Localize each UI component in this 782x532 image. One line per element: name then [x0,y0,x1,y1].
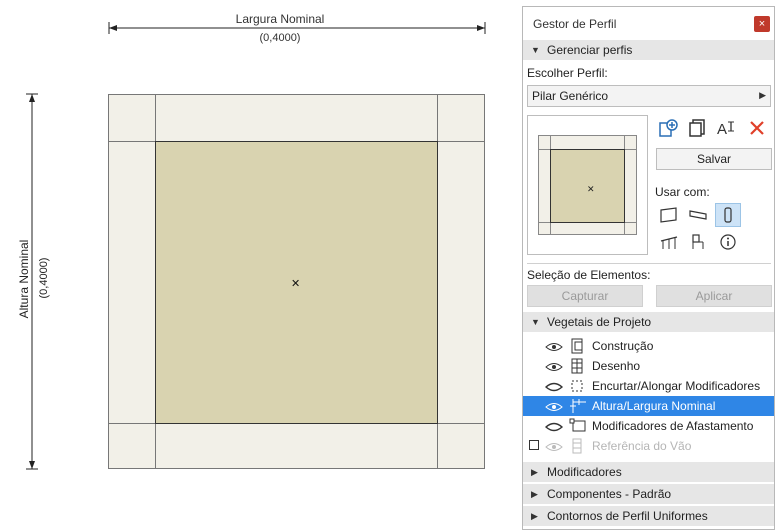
beam-icon[interactable] [685,203,711,227]
element-selection-label: Seleção de Elementos: [527,268,651,282]
rename-profile-icon[interactable]: A [716,117,738,139]
info-icon[interactable] [715,230,741,254]
section-vegetais[interactable]: ▼ Vegetais de Projeto [523,312,774,332]
collapsed-triangle-icon: ▶ [531,489,538,499]
save-button[interactable]: Salvar [656,148,772,170]
width-dimension-title: Largura Nominal [235,12,325,26]
stretch-icon [569,378,585,397]
collapsed-triangle-icon: ▶ [531,467,538,477]
column-icon[interactable] [715,203,741,227]
layer-label: Encurtar/Alongar Modificadores [592,379,761,393]
close-button[interactable]: × [754,16,770,32]
section-label: Gerenciar perfis [547,43,633,57]
expanded-triangle-icon: ▼ [531,45,540,55]
width-dimension-value: (0,4000) [259,32,301,44]
layer-row[interactable]: Referência do Vão [523,436,774,456]
layer-label: Desenho [592,359,641,373]
nominal-size-icon [569,398,587,417]
profile-manager-panel: Gestor de Perfil × ▼ Gerenciar perfis Es… [522,6,775,530]
height-dimension-value: (0,4000) [38,257,50,299]
eye-icon[interactable] [545,361,563,375]
section-contours[interactable]: ▶ Contornos de Perfil Uniformes [523,506,774,526]
apply-button[interactable]: Aplicar [656,285,772,307]
layer-row[interactable]: Encurtar/Alongar Modificadores [523,376,774,396]
layer-row[interactable]: Construção [523,336,774,356]
profile-preview: ✕ [527,115,648,255]
section-modifiers[interactable]: ▶ Modificadores [523,462,774,482]
drawing-icon [569,358,585,377]
choose-profile-label: Escolher Perfil: [527,66,608,80]
eye-icon[interactable] [545,341,563,355]
layer-label: Construção [592,339,654,353]
profile-select-value: Pilar Genérico [532,89,609,103]
use-with-label: Usar com: [655,185,710,199]
offset-modifier-icon [569,418,587,437]
chevron-right-icon: ▶ [759,90,766,100]
layer-row-selected[interactable]: Altura/Largura Nominal [523,396,774,416]
capture-button[interactable]: Capturar [527,285,643,307]
duplicate-profile-icon[interactable] [687,117,709,139]
section-label: Componentes - Padrão [547,487,672,501]
section-components[interactable]: ▶ Componentes - Padrão [523,484,774,504]
profile-select[interactable]: Pilar Genérico ▶ [527,85,771,107]
eye-icon[interactable] [545,401,563,415]
section-label: Vegetais de Projeto [547,315,652,329]
layer-checkbox[interactable] [529,440,539,450]
eye-closed-icon[interactable] [544,381,564,395]
panel-titlebar[interactable]: Gestor de Perfil × [523,7,774,39]
new-profile-icon[interactable] [657,117,679,139]
eye-closed-icon[interactable] [544,421,564,435]
railing-icon[interactable] [656,230,682,254]
layer-row[interactable]: Desenho [523,356,774,376]
delete-profile-icon[interactable] [746,117,768,139]
preview-center-icon: ✕ [587,184,595,194]
section-manage-profiles[interactable]: ▼ Gerenciar perfis [523,40,774,60]
divider [527,263,771,264]
center-point-icon: ✕ [291,278,301,290]
height-dimension-title: Altura Nominal [17,239,31,319]
profile-canvas[interactable]: Largura Nominal (0,4000) Altura Nominal … [0,0,520,532]
svg-text:A: A [717,121,727,138]
wall-icon[interactable] [656,203,682,227]
collapsed-triangle-icon: ▶ [531,511,538,521]
section-label: Contornos de Perfil Uniformes [547,509,708,523]
layer-row[interactable]: Modificadores de Afastamento [523,416,774,436]
section-label: Modificadores [547,465,622,479]
layer-label: Altura/Largura Nominal [592,399,716,413]
opening-reference-icon [569,438,585,457]
expanded-triangle-icon: ▼ [531,317,540,327]
eye-icon[interactable] [545,441,563,455]
layer-label: Referência do Vão [592,439,692,453]
object-icon[interactable] [685,230,711,254]
panel-title: Gestor de Perfil [533,17,617,31]
layer-label: Modificadores de Afastamento [592,419,754,433]
construction-icon [569,338,585,357]
